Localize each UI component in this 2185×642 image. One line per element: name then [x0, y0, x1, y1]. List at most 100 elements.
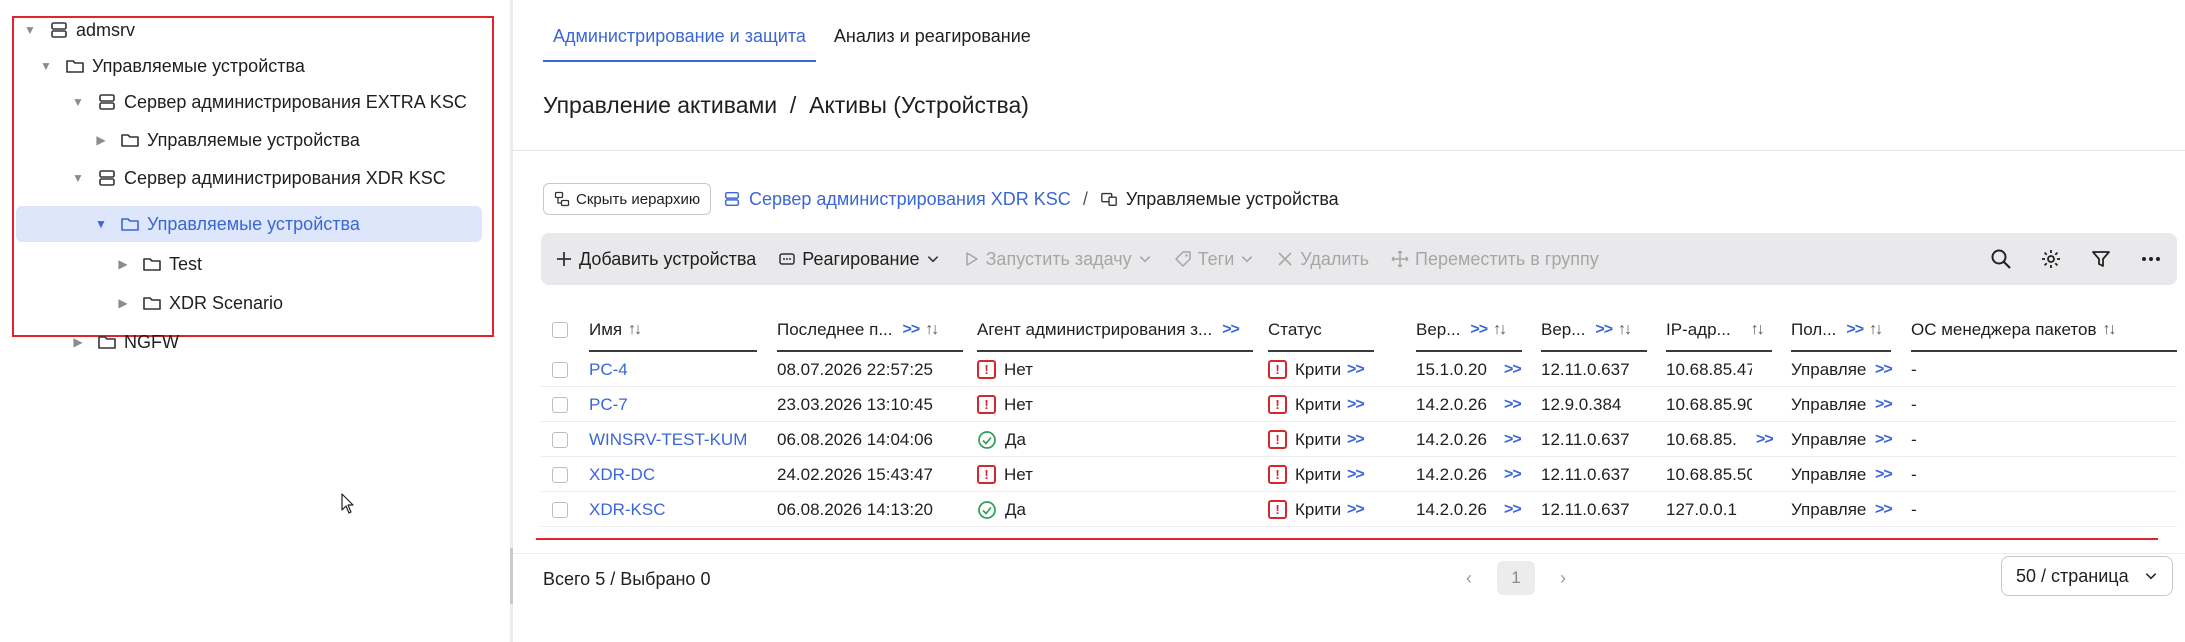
- status-value: Крити: [1295, 359, 1341, 379]
- sort-icon[interactable]: ↑↓: [1493, 321, 1507, 339]
- expand-cell-icon[interactable]: >>: [1875, 361, 1893, 379]
- row-checkbox[interactable]: [552, 396, 568, 413]
- expand-cell-icon[interactable]: >>: [1504, 501, 1522, 519]
- run-task-button[interactable]: Запустить задачу: [962, 249, 1152, 270]
- row-checkbox[interactable]: [552, 501, 568, 518]
- column-header-agent[interactable]: Агент администрирования з... >>: [977, 308, 1253, 352]
- column-header-name[interactable]: Имя ↑↓: [589, 308, 757, 352]
- caret-right-icon[interactable]: ▶: [115, 256, 131, 272]
- respond-dropdown[interactable]: Реагирование: [778, 249, 939, 270]
- tree-node-extra-managed-devices[interactable]: ▶ Управляемые устройства: [93, 122, 482, 158]
- sort-icon[interactable]: ↑↓: [628, 321, 642, 339]
- expand-column-icon[interactable]: >>: [1846, 321, 1864, 339]
- breadcrumb-server-link[interactable]: Сервер администрирования XDR KSC: [723, 189, 1071, 210]
- page-number-current[interactable]: 1: [1497, 561, 1535, 595]
- caret-down-icon[interactable]: ▼: [70, 170, 86, 186]
- column-header-status[interactable]: Статус: [1268, 308, 1374, 352]
- user-value: Управляе: [1791, 394, 1867, 414]
- sort-icon[interactable]: ↑↓: [925, 321, 939, 339]
- hide-hierarchy-button[interactable]: Скрыть иерархию: [543, 183, 712, 215]
- move-to-group-button[interactable]: Переместить в группу: [1391, 249, 1599, 270]
- device-name-link[interactable]: WINSRV-TEST-KUM: [589, 430, 747, 450]
- caret-right-icon[interactable]: ▶: [70, 334, 86, 350]
- caret-right-icon[interactable]: ▶: [115, 295, 131, 311]
- column-header-version-1[interactable]: Вер... >> ↑↓: [1416, 308, 1522, 352]
- device-name-link[interactable]: XDR-DC: [589, 465, 655, 485]
- column-header-ip-address[interactable]: IP-адр... ↑↓: [1666, 308, 1772, 352]
- table-row[interactable]: XDR-DC 24.02.2026 15:43:47! Нет! Крити >> 14.…: [541, 457, 2177, 492]
- device-name-link[interactable]: XDR-KSC: [589, 500, 666, 520]
- expand-column-icon[interactable]: >>: [1222, 321, 1240, 339]
- tree-node-xdr-ksc[interactable]: ▼ Сервер администрирования XDR KSC: [70, 160, 482, 196]
- sort-icon[interactable]: ↑↓: [1751, 321, 1765, 339]
- search-icon[interactable]: [1989, 247, 2013, 271]
- expand-cell-icon[interactable]: >>: [1347, 396, 1365, 414]
- expand-column-icon[interactable]: >>: [1470, 321, 1488, 339]
- tree-node-extra-ksc[interactable]: ▼ Сервер администрирования EXTRA KSC: [70, 84, 482, 120]
- tree-node-xdr-scenario[interactable]: ▶ XDR Scenario: [115, 285, 482, 321]
- tree-node-managed-devices[interactable]: ▼ Управляемые устройства: [38, 48, 482, 84]
- gear-icon[interactable]: [2039, 247, 2063, 271]
- column-header-last-seen[interactable]: Последнее п... >> ↑↓: [777, 308, 963, 352]
- tab-administration-protection[interactable]: Администрирование и защита: [543, 16, 816, 62]
- caret-right-icon[interactable]: ▶: [93, 132, 109, 148]
- column-header-label: Статус: [1268, 320, 1322, 339]
- column-header-version-2[interactable]: Вер... >> ↑↓: [1541, 308, 1647, 352]
- chevron-left-icon[interactable]: ‹: [1453, 562, 1485, 594]
- filter-icon[interactable]: [2089, 247, 2113, 271]
- tree-node-xdr-managed-devices[interactable]: ▼ Управляемые устройства: [16, 206, 482, 242]
- expand-cell-icon[interactable]: >>: [1504, 361, 1522, 379]
- caret-down-icon[interactable]: ▼: [22, 22, 38, 38]
- table-row[interactable]: WINSRV-TEST-KUM 06.08.2026 14:04:06 Да! Кри…: [541, 422, 2177, 457]
- expand-cell-icon[interactable]: >>: [1875, 396, 1893, 414]
- tree-node-label: Test: [169, 253, 203, 274]
- tree-node-test[interactable]: ▶ Test: [115, 246, 482, 282]
- expand-cell-icon[interactable]: >>: [1756, 431, 1774, 449]
- expand-cell-icon[interactable]: >>: [1347, 431, 1365, 449]
- breadcrumb-current-label: Управляемые устройства: [1125, 188, 1339, 209]
- device-name-link[interactable]: PC-4: [589, 360, 628, 380]
- expand-cell-icon[interactable]: >>: [1504, 396, 1522, 414]
- tree-node-label: XDR Scenario: [169, 292, 284, 313]
- expand-cell-icon[interactable]: >>: [1875, 466, 1893, 484]
- sort-icon[interactable]: ↑↓: [1618, 321, 1632, 339]
- version-1-cell: 14.2.0.26 >>: [1416, 492, 1540, 527]
- table-row[interactable]: PC-7 23.03.2026 13:10:45! Нет! Крити >> 14.2.…: [541, 387, 2177, 422]
- chevron-right-icon[interactable]: ›: [1547, 562, 1579, 594]
- row-checkbox[interactable]: [552, 361, 568, 378]
- tab-analysis-response[interactable]: Анализ и реагирование: [824, 16, 1041, 62]
- version-1-cell: 14.2.0.26 >>: [1416, 457, 1540, 492]
- column-header-package-manager-os[interactable]: ОС менеджера пакетов ↑↓: [1911, 308, 2177, 352]
- server-icon: [724, 191, 740, 207]
- caret-down-icon[interactable]: ▼: [38, 58, 54, 74]
- expand-column-icon[interactable]: >>: [903, 321, 921, 339]
- add-devices-button[interactable]: Добавить устройства: [555, 249, 756, 270]
- package-manager-os-cell: -: [1911, 499, 1917, 519]
- row-checkbox[interactable]: [552, 431, 568, 448]
- column-header-user[interactable]: Пол... >> ↑↓: [1791, 308, 1891, 352]
- expand-cell-icon[interactable]: >>: [1875, 431, 1893, 449]
- sort-icon[interactable]: ↑↓: [2102, 321, 2116, 339]
- server-icon: [96, 91, 118, 113]
- page-size-select[interactable]: 50 / страница: [2001, 556, 2173, 596]
- delete-button[interactable]: Удалить: [1276, 249, 1369, 270]
- device-name-link[interactable]: PC-7: [589, 395, 628, 415]
- more-options-icon[interactable]: [2139, 247, 2163, 271]
- tree-node-admsrv[interactable]: ▼ admsrv: [22, 12, 482, 48]
- expand-cell-icon[interactable]: >>: [1347, 466, 1365, 484]
- caret-down-icon[interactable]: ▼: [93, 216, 109, 232]
- tags-button[interactable]: Теги: [1174, 249, 1255, 270]
- expand-cell-icon[interactable]: >>: [1875, 501, 1893, 519]
- expand-cell-icon[interactable]: >>: [1504, 431, 1522, 449]
- row-checkbox[interactable]: [552, 466, 568, 483]
- expand-column-icon[interactable]: >>: [1595, 321, 1613, 339]
- sort-icon[interactable]: ↑↓: [1869, 321, 1883, 339]
- table-row[interactable]: PC-4 08.07.2026 22:57:25! Нет! Крити >> 15.1.…: [541, 352, 2177, 387]
- expand-cell-icon[interactable]: >>: [1504, 466, 1522, 484]
- expand-cell-icon[interactable]: >>: [1347, 361, 1365, 379]
- table-row[interactable]: XDR-KSC 06.08.2026 14:13:20 Да! Крити >> 14.2…: [541, 492, 2177, 527]
- tree-node-ngfw[interactable]: ▶ NGFW: [70, 324, 482, 360]
- caret-down-icon[interactable]: ▼: [70, 94, 86, 110]
- expand-cell-icon[interactable]: >>: [1347, 501, 1365, 519]
- select-all-checkbox[interactable]: [552, 322, 568, 338]
